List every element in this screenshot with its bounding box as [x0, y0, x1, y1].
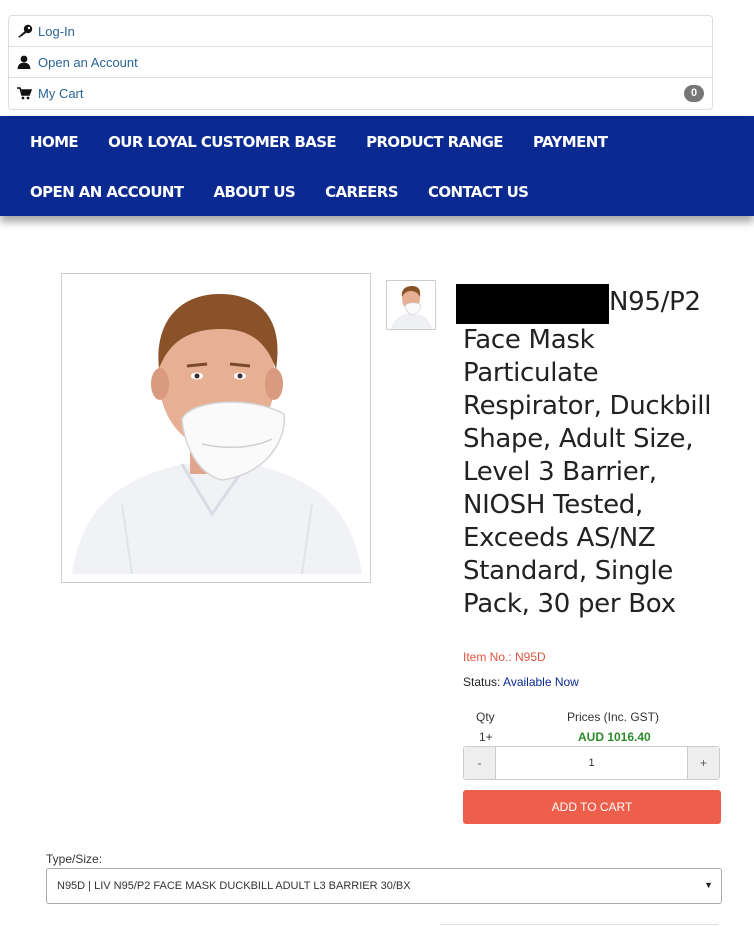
price-header: Prices (Inc. GST): [567, 710, 660, 724]
product-title: N95/P2 Face Mask Particulate Respirator,…: [456, 284, 733, 621]
main-nav: HOME OUR LOYAL CUSTOMER BASE PRODUCT RAN…: [0, 116, 754, 216]
nav-open-account[interactable]: OPEN AN ACCOUNT: [30, 183, 184, 201]
quantity-stepper: - 1 +: [463, 746, 720, 780]
qty-plus-button[interactable]: +: [688, 747, 719, 779]
nav-about-us[interactable]: ABOUT US: [214, 183, 296, 201]
nav-contact-us[interactable]: CONTACT US: [428, 183, 529, 201]
type-size-label: Type/Size:: [46, 852, 103, 866]
login-label: Log-In: [38, 23, 75, 39]
qty-input[interactable]: 1: [495, 747, 688, 779]
cart-icon: [17, 87, 35, 100]
open-account-label: Open an Account: [38, 54, 138, 70]
status-label: Status:: [463, 675, 501, 689]
login-link[interactable]: Log-In: [9, 16, 712, 47]
user-icon: [17, 55, 35, 69]
nav-product-range[interactable]: PRODUCT RANGE: [366, 133, 503, 151]
qty-minus-button[interactable]: -: [464, 747, 495, 779]
cart-count-badge: 0: [684, 85, 704, 102]
redacted-block: [456, 284, 609, 324]
my-cart-link[interactable]: My Cart 0: [9, 78, 712, 109]
key-icon: [17, 24, 35, 38]
product-thumbnail[interactable]: [386, 280, 436, 330]
qty-tier: 1+: [479, 730, 493, 744]
add-to-cart-button[interactable]: ADD TO CART: [463, 790, 721, 824]
status-value: Available Now: [503, 675, 579, 689]
nav-home[interactable]: HOME: [30, 133, 79, 151]
caret-down-icon: ▼: [704, 880, 713, 890]
price-value: AUD 1016.40: [578, 730, 651, 744]
product-main-image[interactable]: [61, 273, 371, 583]
nav-payment[interactable]: PAYMENT: [533, 133, 608, 151]
product-title-text: N95/P2 Face Mask Particulate Respirator,…: [463, 287, 712, 619]
nav-row-1: HOME OUR LOYAL CUSTOMER BASE PRODUCT RAN…: [30, 133, 608, 151]
open-account-link[interactable]: Open an Account: [9, 47, 712, 78]
type-size-selected: N95D | LIV N95/P2 FACE MASK DUCKBILL ADU…: [57, 880, 411, 892]
account-menu: Log-In Open an Account My Cart 0: [8, 15, 713, 110]
my-cart-label: My Cart: [38, 86, 84, 101]
stock-status: Status: Available Now: [463, 675, 579, 689]
qty-header: Qty: [476, 710, 495, 724]
item-number: Item No.: N95D: [463, 650, 546, 664]
nav-careers[interactable]: CAREERS: [325, 183, 398, 201]
divider: [440, 924, 718, 925]
nav-customer-base[interactable]: OUR LOYAL CUSTOMER BASE: [108, 133, 337, 151]
nav-row-2: OPEN AN ACCOUNT ABOUT US CAREERS CONTACT…: [30, 183, 529, 201]
type-size-select[interactable]: N95D | LIV N95/P2 FACE MASK DUCKBILL ADU…: [46, 868, 722, 904]
